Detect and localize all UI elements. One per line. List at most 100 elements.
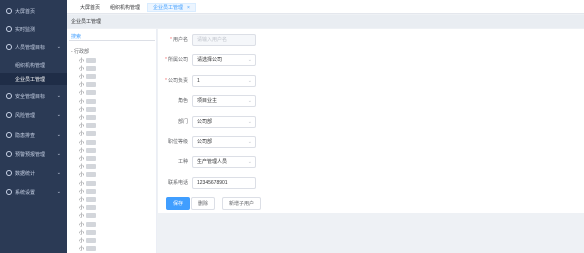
tree-node[interactable]: 小 [79,65,97,72]
redacted-name [86,131,97,137]
tree-search-input[interactable]: 搜索 [69,33,155,41]
chevron-down-icon: ⌄ [247,158,252,165]
sidebar-item-7[interactable]: 数据统计 ⌄ [0,167,67,179]
field-label-text: 职位等级 [167,139,188,145]
redacted-name [86,188,97,194]
redacted-name [86,196,97,202]
tree-node-prefix: 小 [79,237,85,244]
page-title: 企业员工管理 [67,15,584,28]
tree-node-prefix: 小 [79,57,85,64]
tree-node[interactable]: 小 [79,123,97,129]
tree-node[interactable]: 小 [79,155,97,162]
form-button-2[interactable]: 新增子用户 [222,197,262,210]
sidebar-subitem-0[interactable]: 组织机构管理 [0,59,67,71]
tree-node[interactable]: 小 [79,237,97,244]
tree-node-prefix: 小 [79,172,85,179]
tab-1[interactable]: 组织机构管理 [105,3,145,12]
tree-node[interactable]: 小 [79,221,97,228]
tree-node-prefix: 小 [79,164,85,171]
field-label-text: 部门 [177,119,188,125]
tree-node[interactable]: 小 [79,139,97,146]
tree-node[interactable]: 小 [79,246,97,252]
sidebar-item-label: 预警预报管理 [15,151,46,158]
field-select[interactable]: 1 ⌄ [192,74,256,87]
sidebar-item-0[interactable]: 大屏首页 [0,5,67,17]
tree-node[interactable]: 小 [79,82,97,88]
field-label-text: 角色 [177,98,188,104]
field-label-text: 所属公司 [167,57,188,63]
tree-node[interactable]: 小 [79,106,97,113]
tree-node[interactable]: 小 [79,229,97,236]
tree-node-prefix: 小 [79,65,85,72]
tab-label: 组织机构管理 [110,5,141,11]
sidebar-item-label: 实时监测 [15,26,36,33]
tree-search-placeholder: 搜索 [71,34,82,40]
chevron-down-icon: ⌄ [247,118,252,125]
field-select[interactable]: 请选择公司 ⌄ [192,53,256,66]
field-select[interactable]: 生产管理人员 ⌄ [192,155,256,168]
field-value: 公司部 [197,139,213,145]
tree-node[interactable]: 小 [79,172,97,179]
tree-node[interactable]: 小 [79,57,97,64]
sidebar-item-3[interactable]: 安全管理目标 ⌄ [0,90,67,102]
tree-node[interactable]: 小 [79,90,97,97]
tree-node[interactable]: 小 [79,188,97,195]
field-input[interactable]: 12345678901 [192,176,256,189]
field-value: 项目业主 [197,98,218,104]
form-row: 工种 生产管理人员 ⌄ [158,155,256,168]
chevron-down-icon: ⌄ [56,44,61,50]
tree-node-prefix: 小 [79,155,85,162]
chevron-down-icon: ⌄ [247,77,252,84]
sidebar-item-8[interactable]: 系统设置 ⌄ [0,186,67,198]
tree-node-prefix: 小 [79,188,85,195]
chevron-down-icon: ⌄ [247,56,252,63]
form-row: 角色 项目业主 ⌄ [158,94,256,107]
redacted-name [86,147,97,153]
tree-node[interactable]: 小 [79,164,97,171]
tree-node-prefix: 小 [79,90,85,97]
form-row: *用户名 请输入用户名 [158,33,256,46]
tree-root-node[interactable]: - 行政部 [71,48,89,55]
chevron-down-icon: ⌄ [56,170,61,176]
tree-node-prefix: 小 [79,114,85,121]
sidebar-item-label: 安全管理目标 [15,93,46,100]
tree-node[interactable]: 小 [79,73,97,80]
sidebar-item-6[interactable]: 预警预报管理 ⌄ [0,148,67,160]
tree-node[interactable]: 小 [79,213,97,220]
field-select[interactable]: 公司部 ⌄ [192,135,256,148]
form-button-1[interactable]: 删除 [191,197,216,210]
chevron-down-icon: ⌄ [56,132,61,138]
chevron-down-icon: ⌄ [56,93,61,99]
sidebar-item-1[interactable]: 实时监测 [0,23,67,35]
tree-node[interactable]: 小 [79,98,97,105]
sidebar-item-2[interactable]: 人员管理目标 ⌄ [0,41,67,53]
sidebar-subitem-1[interactable]: 企业员工管理 [0,73,67,85]
shield-icon [6,93,12,99]
tree-node[interactable]: 小 [79,205,97,211]
tab-2[interactable]: 企业员工管理 × [147,3,196,12]
tree-node[interactable]: 小 [79,180,97,187]
sidebar-item-4[interactable]: 风险管理 ⌄ [0,109,67,121]
tree-node[interactable]: 小 [79,114,97,121]
field-label: 角色 [158,97,192,104]
required-mark: * [165,78,167,84]
tree-node-prefix: 小 [79,139,85,146]
tree-node-prefix: 小 [79,213,85,220]
tree-node[interactable]: 小 [79,196,97,203]
tree-node[interactable]: 小 [79,147,97,154]
close-icon[interactable]: × [187,5,190,11]
redacted-name [86,139,97,145]
tree-node-prefix: 小 [79,196,85,203]
tree-node-prefix: 小 [79,98,85,105]
redacted-name [86,172,97,178]
field-select[interactable]: 公司部 ⌄ [192,115,256,128]
home-icon [6,8,12,14]
sidebar-item-5[interactable]: 隐患排查 ⌄ [0,129,67,141]
tab-0[interactable]: 大屏首页 [75,3,105,12]
field-input: 请输入用户名 [192,33,256,46]
redacted-name [86,155,97,161]
tree-node-prefix: 小 [79,147,85,154]
form-button-0[interactable]: 保存 [166,197,191,210]
tree-node[interactable]: 小 [79,131,97,137]
field-select[interactable]: 项目业主 ⌄ [192,94,256,107]
